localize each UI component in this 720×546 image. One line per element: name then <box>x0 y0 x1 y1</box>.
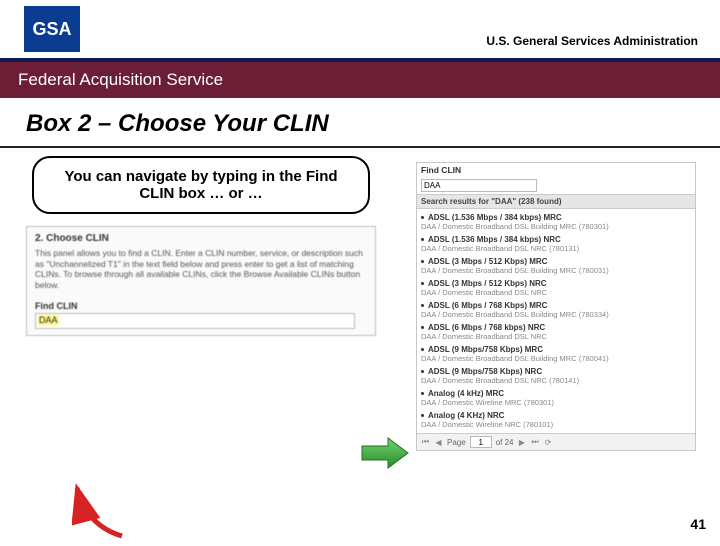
list-item[interactable]: ADSL (6 Mbps / 768 kbps) NRCDAA / Domest… <box>421 321 695 343</box>
results-find-label: Find CLIN <box>417 163 695 177</box>
first-page-icon[interactable]: ⏮ <box>421 438 430 447</box>
page-input[interactable] <box>470 436 492 448</box>
panel-heading: 2. Choose CLIN <box>35 233 367 244</box>
section-title: Box 2 – Choose Your CLIN <box>0 98 720 148</box>
next-page-icon[interactable]: ▶ <box>517 438 526 447</box>
results-count-bar: Search results for "DAA" (238 found) <box>417 194 695 209</box>
green-right-arrow-icon <box>360 436 410 470</box>
list-item[interactable]: Analog (4 KHz) NRCDAA / Domestic Wirelin… <box>421 409 695 431</box>
page-number: 41 <box>690 516 706 532</box>
list-item[interactable]: ADSL (9 Mbps/758 Kbps) NRCDAA / Domestic… <box>421 365 695 387</box>
results-list: ADSL (1.536 Mbps / 384 kbps) MRCDAA / Do… <box>417 209 695 433</box>
find-clin-label: Find CLIN <box>35 301 367 311</box>
list-item[interactable]: ADSL (3 Mbps / 512 Kbps) MRCDAA / Domest… <box>421 255 695 277</box>
results-find-input[interactable] <box>421 179 537 192</box>
find-clin-input[interactable]: DAA <box>35 313 355 329</box>
list-item[interactable]: ADSL (1.536 Mbps / 384 kbps) NRCDAA / Do… <box>421 233 695 255</box>
header-admin-title: U.S. General Services Administration <box>486 34 698 48</box>
of-label: of 24 <box>496 438 514 447</box>
choose-clin-panel: 2. Choose CLIN This panel allows you to … <box>26 226 376 336</box>
last-page-icon[interactable]: ⏭ <box>530 438 539 447</box>
list-item[interactable]: ADSL (3 Mbps / 512 Kbps) NRCDAA / Domest… <box>421 277 695 299</box>
fas-bar: Federal Acquisition Service <box>0 62 720 98</box>
list-item[interactable]: ADSL (9 Mbps/758 Kbps) MRCDAA / Domestic… <box>421 343 695 365</box>
gsa-logo: GSA <box>24 6 80 52</box>
list-item[interactable]: Analog (4 kHz) MRCDAA / Domestic Wirelin… <box>421 387 695 409</box>
red-highlight-arrow-icon <box>72 476 142 546</box>
page-label: Page <box>447 438 466 447</box>
list-item[interactable]: ADSL (6 Mbps / 768 Kbps) MRCDAA / Domest… <box>421 299 695 321</box>
pager: ⏮ ◀ Page of 24 ▶ ⏭ ⟳ <box>417 433 695 450</box>
results-panel: Find CLIN Search results for "DAA" (238 … <box>416 162 696 451</box>
list-item[interactable]: ADSL (1.536 Mbps / 384 kbps) MRCDAA / Do… <box>421 211 695 233</box>
refresh-icon[interactable]: ⟳ <box>543 438 552 447</box>
panel-body: This panel allows you to find a CLIN. En… <box>35 248 367 291</box>
prev-page-icon[interactable]: ◀ <box>434 438 443 447</box>
callout-tip: You can navigate by typing in the Find C… <box>32 156 370 214</box>
